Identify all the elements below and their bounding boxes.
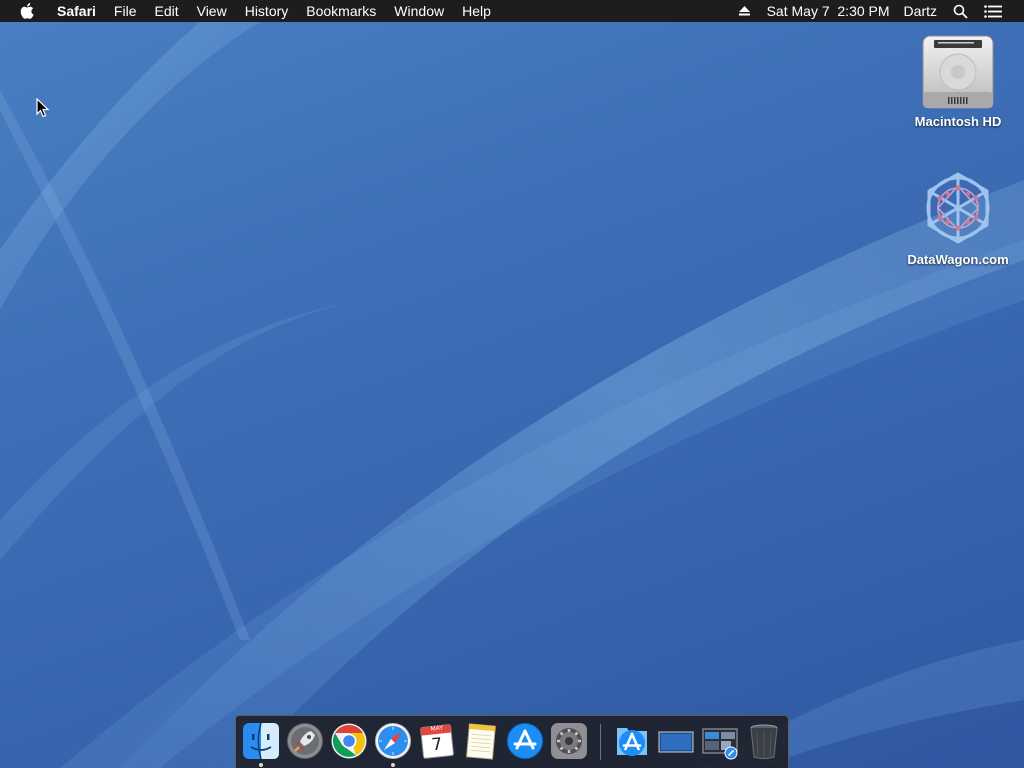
menu-window[interactable]: Window [385,0,453,22]
running-indicator [259,763,263,767]
desktop-icon-macintosh-hd[interactable]: Macintosh HD [903,34,1013,129]
dock-item-app-store[interactable] [506,722,544,760]
trash-icon [750,724,778,759]
menu-clock[interactable]: Sat May 7 2:30 PM [759,0,896,22]
menu-view[interactable]: View [188,0,236,22]
eject-icon[interactable] [730,5,759,17]
running-indicator [391,763,395,767]
app-store-icon [507,723,543,759]
dock-item-calendar[interactable]: MAY 7 [418,722,456,760]
notification-center-icon[interactable] [976,4,1024,18]
desktop-icon-label: Macintosh HD [914,114,1002,129]
apple-menu-icon[interactable] [20,3,36,19]
calendar-day: 7 [430,734,444,756]
desktop-stack-icon [658,731,694,753]
menu-history[interactable]: History [236,0,298,22]
dock-item-notes[interactable] [462,722,500,760]
dock-item-chrome[interactable] [330,722,368,760]
system-preferences-icon [551,723,587,759]
mouse-pointer-icon [36,98,50,118]
menu-edit[interactable]: Edit [145,0,187,22]
notes-icon [466,723,496,760]
chrome-icon [331,723,367,759]
hard-drive-icon [922,35,994,109]
spotlight-search-icon[interactable] [945,4,976,19]
dock-separator [600,724,601,760]
menu-app-safari[interactable]: Safari [48,0,105,22]
dock-item-downloads-stack[interactable] [701,722,739,760]
finder-icon [243,722,279,760]
menu-extras: Sat May 7 2:30 PM Dartz [730,0,1024,22]
dock-item-desktop-stack[interactable] [657,722,695,760]
desktop-wallpaper [0,0,1024,768]
desktop-icon-datawagon[interactable]: DataWagon.com [903,168,1013,267]
desktop-icon-label: DataWagon.com [907,252,1009,267]
dock-item-applications[interactable] [613,722,651,760]
menu-user[interactable]: Dartz [896,0,945,22]
dock-item-finder[interactable] [242,722,280,760]
downloads-stack-icon [702,728,738,760]
dock-item-trash[interactable] [745,722,783,760]
dock-item-system-preferences[interactable] [550,722,588,760]
applications-folder-icon [617,728,647,756]
menu-bookmarks[interactable]: Bookmarks [297,0,385,22]
menu-help[interactable]: Help [453,0,500,22]
dock: MAY 7 [235,715,789,768]
launchpad-icon [287,723,323,759]
safari-icon [375,723,411,759]
dock-item-launchpad[interactable] [286,722,324,760]
datawagon-volume-icon [926,172,990,244]
menu-bar: Safari File Edit View History Bookmarks … [0,0,1024,22]
dock-item-safari[interactable] [374,722,412,760]
menu-file[interactable]: File [105,0,146,22]
